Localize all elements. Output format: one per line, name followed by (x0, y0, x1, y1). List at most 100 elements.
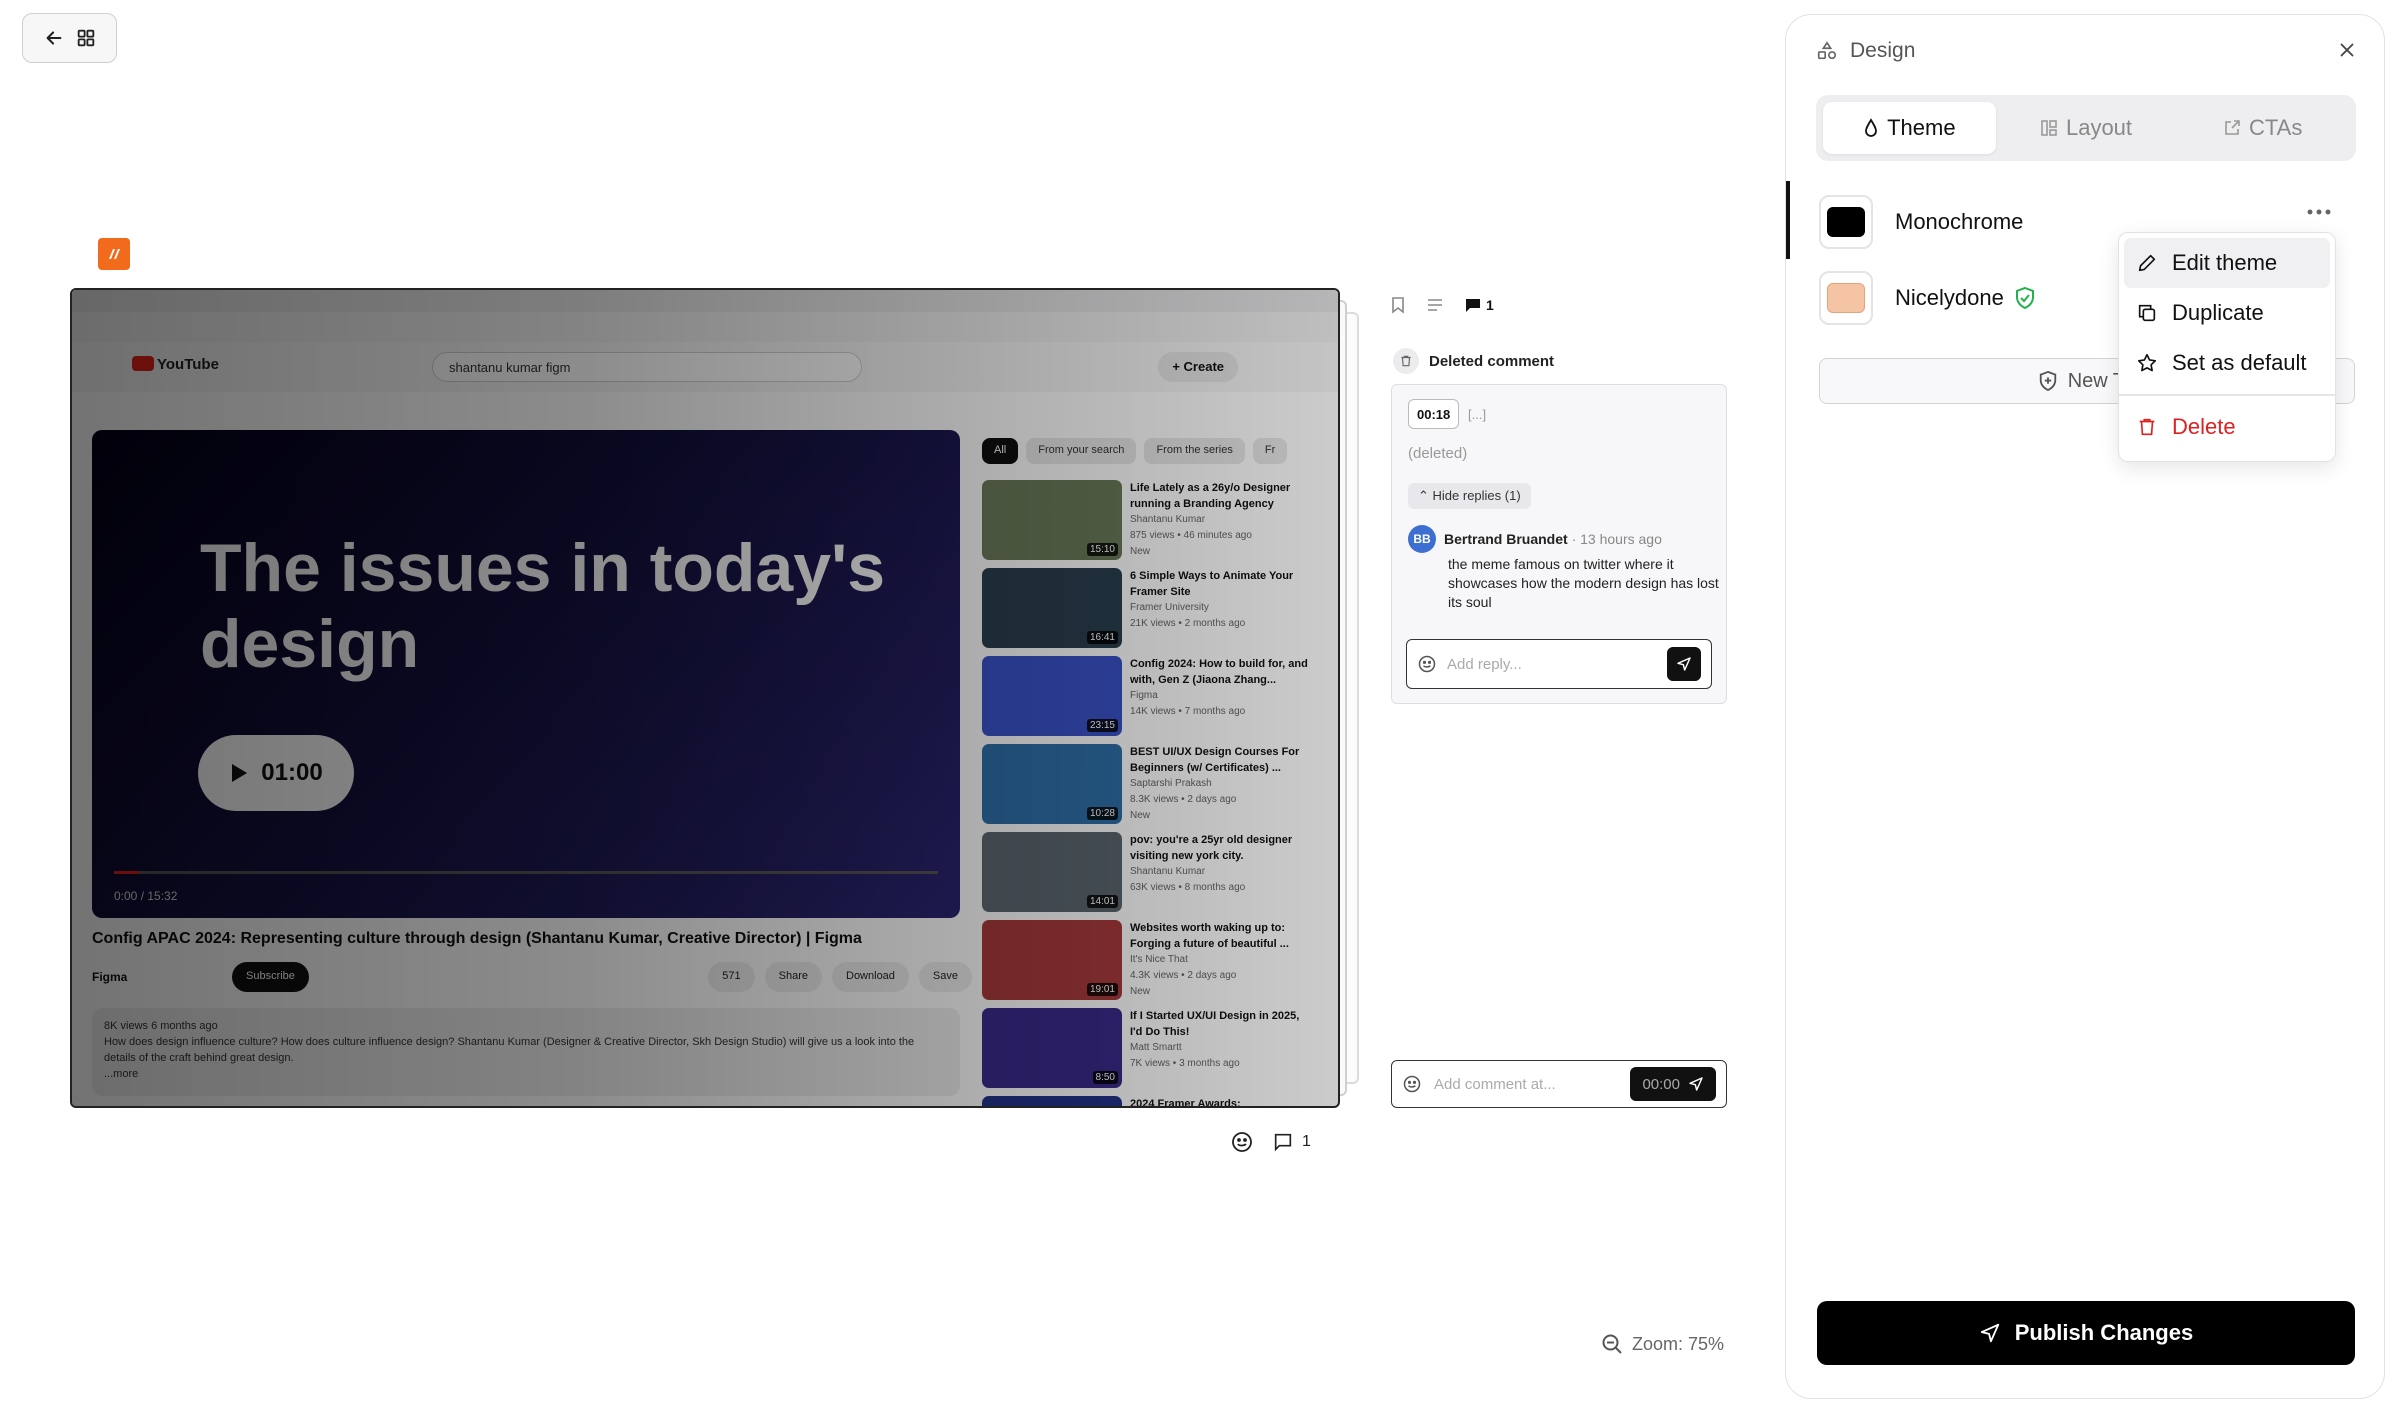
add-comment-input[interactable]: Add comment at... 00:00 (1391, 1060, 1727, 1108)
tab-layout[interactable]: Layout (2000, 102, 2173, 154)
comment-thread: 00:18 [...] (deleted) ⌃ Hide replies (1)… (1391, 384, 1727, 704)
comments-count: 1 (1486, 297, 1494, 313)
video-title: Config APAC 2024: Representing culture t… (92, 930, 862, 947)
shapes-icon (1816, 40, 1838, 62)
video-info: Config APAC 2024: Representing culture t… (92, 930, 972, 992)
recommendation-badge: New (1130, 986, 1151, 997)
browser-tabbar (72, 290, 1338, 312)
recommendation-item[interactable]: 10:28 BEST UI/UX Design Courses For Begin… (982, 744, 1312, 832)
play-icon (229, 762, 249, 784)
recommendation-item[interactable]: 16:41 6 Simple Ways to Animate Your Frame… (982, 568, 1312, 656)
recommendation-thumbnail (982, 1096, 1122, 1106)
list-icon[interactable] (1426, 297, 1444, 313)
menu-item-delete[interactable]: Delete (2124, 402, 2330, 452)
recommendation-title: 2024 Framer Awards: (1130, 1098, 1241, 1108)
chip[interactable]: All (982, 438, 1019, 464)
theme-swatch (1819, 195, 1873, 249)
menu-item-duplicate[interactable]: Duplicate (2124, 288, 2330, 338)
external-link-icon (2223, 119, 2241, 137)
send-comment-button[interactable]: 00:00 (1630, 1067, 1716, 1101)
youtube-create-button[interactable]: + Create (1158, 352, 1238, 382)
emoji-add-icon[interactable] (1417, 654, 1437, 674)
recommendation-meta: 8.3K views • 2 days ago (1130, 794, 1237, 805)
recommendation-badge: New (1130, 810, 1151, 821)
youtube-chips: All From your search From the series Fr (982, 438, 1288, 464)
comment-time: 00:00 (1642, 1075, 1680, 1093)
subscribe-button[interactable]: Subscribe (232, 962, 309, 992)
menu-item-set-default[interactable]: Set as default (2124, 338, 2330, 388)
theme-more-icon[interactable] (2306, 207, 2332, 217)
video-description[interactable]: 8K views 6 months ago How does design in… (92, 1008, 960, 1096)
recommendation-thumbnail: 15:10 (982, 480, 1122, 560)
hide-replies-button[interactable]: ⌃ Hide replies (1) (1408, 483, 1531, 509)
menu-item-edit-theme[interactable]: Edit theme (2124, 238, 2330, 288)
comment-count[interactable]: 1 (1272, 1131, 1311, 1153)
emoji-add-icon[interactable] (1402, 1074, 1422, 1094)
chip[interactable]: Fr (1252, 438, 1288, 464)
tab-layout-label: Layout (2065, 115, 2133, 140)
recommendation-meta: 21K views • 2 months ago (1130, 618, 1246, 629)
download-button[interactable]: Download (832, 962, 909, 992)
reply-placeholder: Add reply... (1447, 655, 1522, 673)
recommendations-list: 15:10 Life Lately as a 26y/o Designer run… (982, 480, 1312, 1108)
star-icon (2136, 352, 2158, 374)
menu-item-label: Edit theme (2172, 250, 2278, 275)
youtube-search[interactable]: shantanu kumar figm (432, 352, 862, 382)
recommendation-meta: 875 views • 46 minutes ago (1130, 530, 1252, 541)
recommendation-item[interactable]: 19:01 Websites worth waking up to: Forgin… (982, 920, 1312, 1008)
recommendation-item[interactable]: 14:01 pov: you're a 25yr old designer vis… (982, 832, 1312, 920)
recommendation-title: If I Started UX/UI Design in 2025, I'd D… (1130, 1010, 1300, 1038)
duplicate-icon (2136, 302, 2158, 324)
recommendation-item[interactable]: 23:15 Config 2024: How to build for, and … (982, 656, 1312, 744)
panel-header: Design (1816, 39, 1915, 63)
chip[interactable]: From the series (1144, 438, 1245, 464)
deleted-label: (deleted) (1408, 445, 1468, 462)
zoom-control[interactable]: Zoom: 75% (1600, 1332, 1724, 1356)
recommendation-meta: 14K views • 7 months ago (1130, 706, 1246, 717)
channel-name[interactable]: Figma (92, 970, 222, 984)
share-button[interactable]: Share (764, 962, 822, 992)
recommendation-title: 6 Simple Ways to Animate Your Framer Sit… (1130, 570, 1294, 598)
comment-filled-icon (1464, 297, 1482, 313)
like-button[interactable]: 571 (708, 962, 755, 992)
recommendation-title: Websites worth waking up to: Forging a f… (1130, 922, 1289, 950)
reply-input[interactable]: Add reply... (1406, 639, 1712, 689)
add-comment-placeholder: Add comment at... (1434, 1075, 1556, 1093)
save-button[interactable]: Save (918, 962, 972, 992)
send-reply-button[interactable] (1667, 647, 1701, 681)
recommendation-thumbnail: 19:01 (982, 920, 1122, 1000)
menu-item-label: Duplicate (2172, 300, 2264, 325)
theme-name: Nicelydone (1895, 285, 2004, 310)
comment-count-value: 1 (1302, 1133, 1311, 1150)
recommendation-duration: 16:41 (1086, 631, 1118, 644)
arrow-left-icon (43, 27, 65, 49)
recommendation-item[interactable]: 2024 Framer Awards: (982, 1096, 1312, 1108)
design-panel: Design Theme Layout CTAs Monochrome Nice… (1785, 14, 2385, 1399)
recommendation-thumbnail: 8:50 (982, 1008, 1122, 1088)
back-to-grid-button[interactable] (22, 13, 117, 63)
close-icon[interactable] (2336, 39, 2358, 61)
send-icon (1689, 1077, 1703, 1091)
reply-text: the meme famous on twitter where it show… (1448, 556, 1719, 610)
play-button[interactable]: 01:00 (198, 735, 354, 811)
video-frame[interactable]: YouTube shantanu kumar figm + Create The… (70, 288, 1340, 1108)
play-time: 01:00 (261, 759, 323, 786)
comment-icon (1272, 1131, 1294, 1153)
reply-author: Bertrand Bruandet · 13 hours ago (1444, 531, 1662, 547)
tab-theme[interactable]: Theme (1823, 102, 1996, 154)
emoji-icon[interactable] (1230, 1130, 1254, 1154)
desc-more[interactable]: ...more (104, 1066, 948, 1082)
chip[interactable]: From your search (1026, 438, 1137, 464)
recommendation-duration: 8:50 (1092, 1071, 1118, 1084)
publish-label: Publish Changes (2014, 1320, 2194, 1345)
recommendation-thumbnail: 14:01 (982, 832, 1122, 912)
publish-changes-button[interactable]: Publish Changes (1817, 1301, 2355, 1365)
comments-filter[interactable]: 1 (1464, 297, 1494, 313)
comment-timestamp[interactable]: 00:18 (1408, 399, 1460, 429)
recommendation-item[interactable]: 8:50 If I Started UX/UI Design in 2025, I… (982, 1008, 1312, 1096)
recommendation-item[interactable]: 15:10 Life Lately as a 26y/o Designer run… (982, 480, 1312, 568)
video-player[interactable]: The issues in today's design 01:00 0:00 … (92, 430, 960, 918)
pencil-icon (2136, 252, 2158, 274)
tab-ctas[interactable]: CTAs (2176, 102, 2349, 154)
bookmark-icon[interactable] (1390, 296, 1406, 314)
